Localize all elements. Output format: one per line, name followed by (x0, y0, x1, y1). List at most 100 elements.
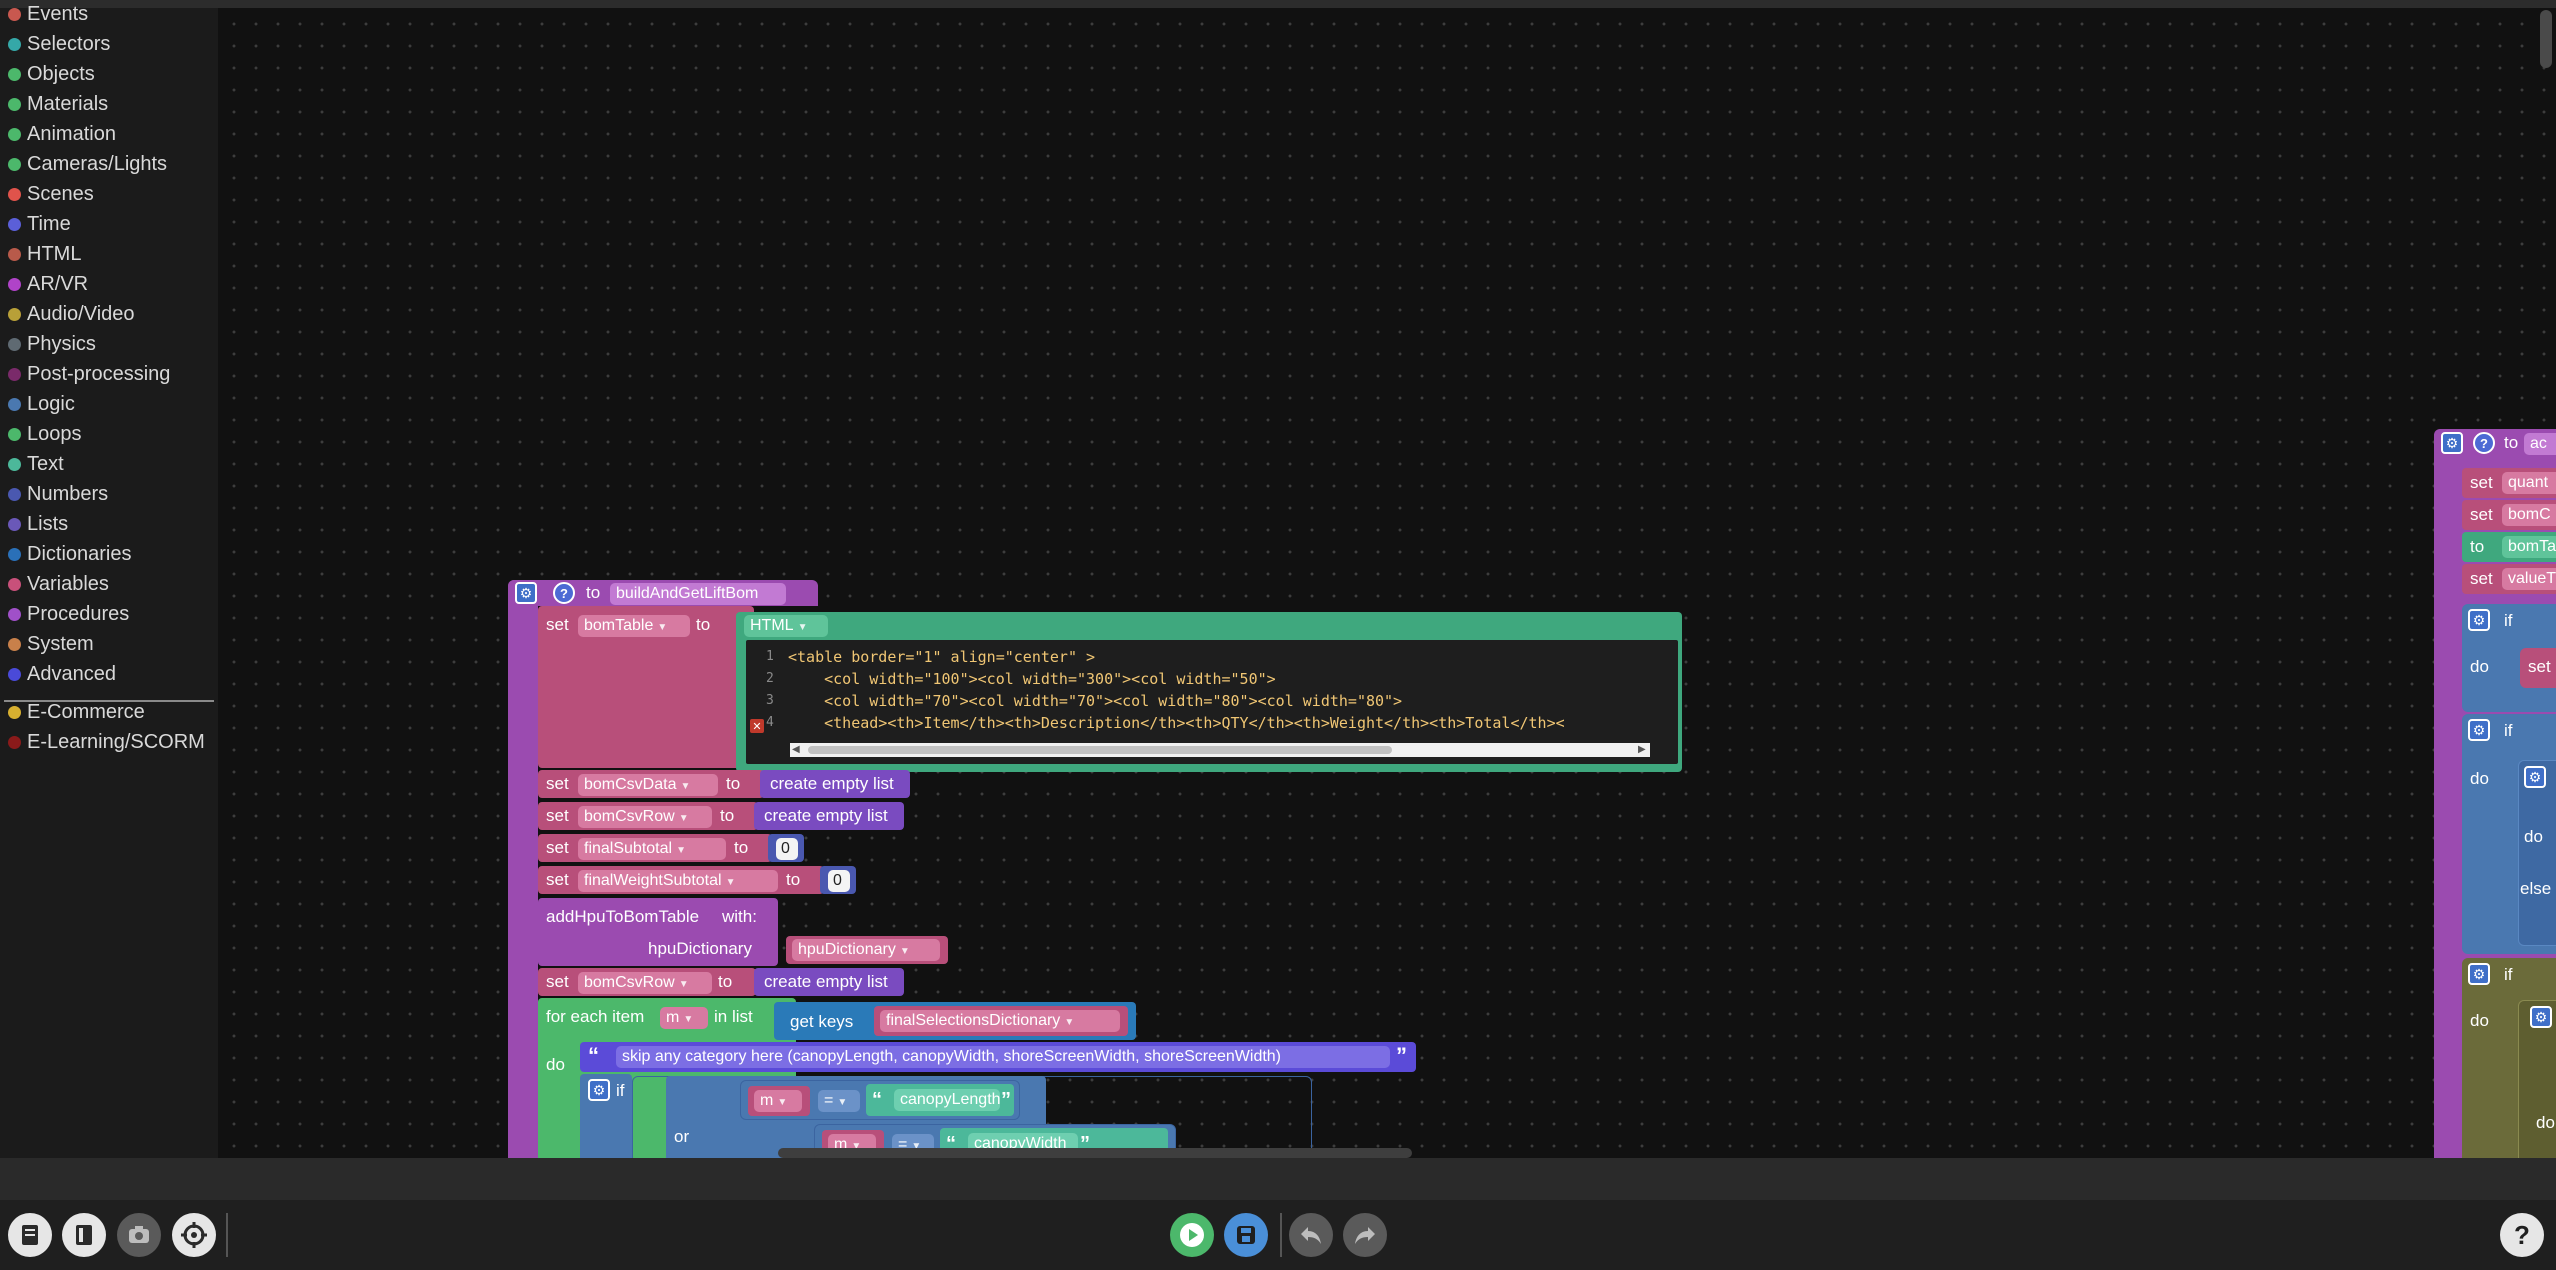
category-scenes[interactable]: Scenes (8, 180, 94, 208)
help-icon[interactable]: ? (2500, 1213, 2544, 1257)
code-line[interactable]: <thead><th>Item</th><th>Description</th>… (788, 712, 1565, 734)
do-label: do (546, 1055, 565, 1074)
var-dropdown-hpudictionary[interactable]: hpuDictionary ▼ (792, 939, 940, 961)
var-dropdown-bomcsvrow[interactable]: bomCsvRow ▼ (578, 972, 712, 994)
var-dropdown-bomcsvdata[interactable]: bomCsvData ▼ (578, 774, 718, 796)
camera-icon[interactable] (117, 1213, 161, 1257)
category-color-dot (8, 487, 21, 501)
category-ar-vr[interactable]: AR/VR (8, 270, 88, 298)
category-objects[interactable]: Objects (8, 60, 95, 88)
target-icon[interactable] (172, 1213, 216, 1257)
html-dropdown[interactable]: HTML ▼ (744, 615, 828, 637)
gear-icon[interactable]: ⚙ (588, 1079, 610, 1101)
procedure-name[interactable]: buildAndGetLiftBom (610, 583, 786, 605)
code-hscrollbar-thumb[interactable] (808, 746, 1392, 754)
category-text[interactable]: Text (8, 450, 64, 478)
extension-e-commerce[interactable]: E-Commerce (8, 698, 145, 726)
right-procedure-name[interactable]: ac (2524, 433, 2556, 455)
category-procedures[interactable]: Procedures (8, 600, 129, 628)
var-dropdown-finalsubtotal[interactable]: finalSubtotal ▼ (578, 838, 726, 860)
redo-icon[interactable] (1343, 1213, 1387, 1257)
scroll-left-icon[interactable]: ◀ (792, 743, 800, 757)
code-line[interactable]: <col width="100"><col width="300"><col w… (788, 668, 1276, 690)
category-audio-video[interactable]: Audio/Video (8, 300, 135, 328)
gear-icon[interactable]: ⚙ (2468, 963, 2490, 985)
create-empty-list-label: create empty list (770, 774, 894, 793)
category-color-dot (8, 397, 21, 411)
number-field[interactable]: 0 (776, 838, 798, 860)
category-loops[interactable]: Loops (8, 420, 82, 448)
category-color-dot (8, 607, 21, 621)
category-cameras-lights[interactable]: Cameras/Lights (8, 150, 167, 178)
book-icon[interactable] (8, 1213, 52, 1257)
gear-icon[interactable]: ⚙ (2524, 766, 2546, 788)
blockly-workspace[interactable]: ⚙ ? to buildAndGetLiftBom set bomTable ▼ … (218, 8, 2556, 1158)
category-materials[interactable]: Materials (8, 90, 108, 118)
else-label: else (2520, 879, 2552, 898)
comment-text[interactable]: skip any category here (canopyLength, ca… (616, 1046, 1390, 1068)
scroll-right-icon[interactable]: ▶ (1638, 743, 1646, 757)
category-post-processing[interactable]: Post-processing (8, 360, 170, 388)
category-color-dot (8, 67, 21, 81)
row-field[interactable]: bomTa (2502, 536, 2556, 558)
category-numbers[interactable]: Numbers (8, 480, 108, 508)
category-variables[interactable]: Variables (8, 570, 109, 598)
undo-icon[interactable] (1289, 1213, 1333, 1257)
gear-icon[interactable]: ⚙ (2468, 609, 2490, 631)
var-dropdown-m[interactable]: m ▼ (754, 1090, 802, 1112)
row-keyword: set (2470, 569, 2493, 588)
category-lists[interactable]: Lists (8, 510, 68, 538)
category-physics[interactable]: Physics (8, 330, 96, 358)
gear-icon[interactable]: ⚙ (2441, 432, 2463, 454)
category-logic[interactable]: Logic (8, 390, 75, 418)
category-color-dot (8, 187, 21, 201)
var-dropdown-finalweightsubtotal[interactable]: finalWeightSubtotal ▼ (578, 870, 778, 892)
row-field[interactable]: valueT (2502, 568, 2556, 590)
category-selectors[interactable]: Selectors (8, 30, 110, 58)
var-dropdown-bomtable[interactable]: bomTable ▼ (578, 615, 690, 637)
var-dropdown-m[interactable]: m ▼ (660, 1007, 708, 1029)
code-line[interactable]: <table border="1" align="center" > (788, 646, 1095, 668)
category-system[interactable]: System (8, 630, 94, 658)
category-dictionaries[interactable]: Dictionaries (8, 540, 131, 568)
chevron-down-icon: ▼ (678, 813, 689, 824)
eq-dropdown[interactable]: = ▼ (818, 1090, 860, 1112)
help-icon[interactable]: ? (553, 582, 575, 604)
help-icon[interactable]: ? (2473, 432, 2495, 454)
save-icon[interactable] (1224, 1213, 1268, 1257)
code-line[interactable]: <col width="70"><col width="70"><col wid… (788, 690, 1402, 712)
gear-icon[interactable]: ⚙ (2530, 1006, 2552, 1028)
set-keyword: set (546, 615, 569, 634)
category-label: Advanced (27, 662, 116, 685)
workspace-vertical-scrollbar[interactable] (2540, 10, 2552, 68)
hpu-param-label: hpuDictionary (648, 939, 752, 958)
procedure-block[interactable] (508, 580, 538, 1158)
row-field[interactable]: quant (2502, 472, 2556, 494)
category-html[interactable]: HTML (8, 240, 81, 268)
category-color-dot (8, 307, 21, 321)
play-icon[interactable] (1170, 1213, 1214, 1257)
row-field[interactable]: bomC (2502, 504, 2556, 526)
category-color-dot (8, 547, 21, 561)
extension-e-learning-scorm[interactable]: E-Learning/SCORM (8, 728, 205, 756)
var-dropdown-finalselections[interactable]: finalSelectionsDictionary ▼ (880, 1010, 1120, 1032)
category-label: AR/VR (27, 272, 89, 295)
quote-open-icon: “ (588, 1043, 599, 1068)
category-label: Variables (27, 572, 109, 595)
category-color-dot (8, 367, 21, 381)
category-events[interactable]: Events (8, 0, 88, 28)
text-canopylength[interactable]: canopyLength (894, 1089, 1000, 1111)
gear-icon[interactable]: ⚙ (2468, 719, 2490, 741)
category-color-dot (8, 577, 21, 591)
category-time[interactable]: Time (8, 210, 71, 238)
number-field[interactable]: 0 (828, 870, 850, 892)
doc-icon[interactable] (62, 1213, 106, 1257)
do-label: do (2470, 657, 2489, 676)
var-dropdown-bomcsvrow[interactable]: bomCsvRow ▼ (578, 806, 712, 828)
category-advanced[interactable]: Advanced (8, 660, 116, 688)
workspace-horizontal-scrollbar[interactable] (778, 1148, 1412, 1158)
for-each-label: for each item (546, 1007, 645, 1026)
category-animation[interactable]: Animation (8, 120, 116, 148)
create-empty-list-label: create empty list (764, 806, 888, 825)
gear-icon[interactable]: ⚙ (515, 582, 537, 604)
